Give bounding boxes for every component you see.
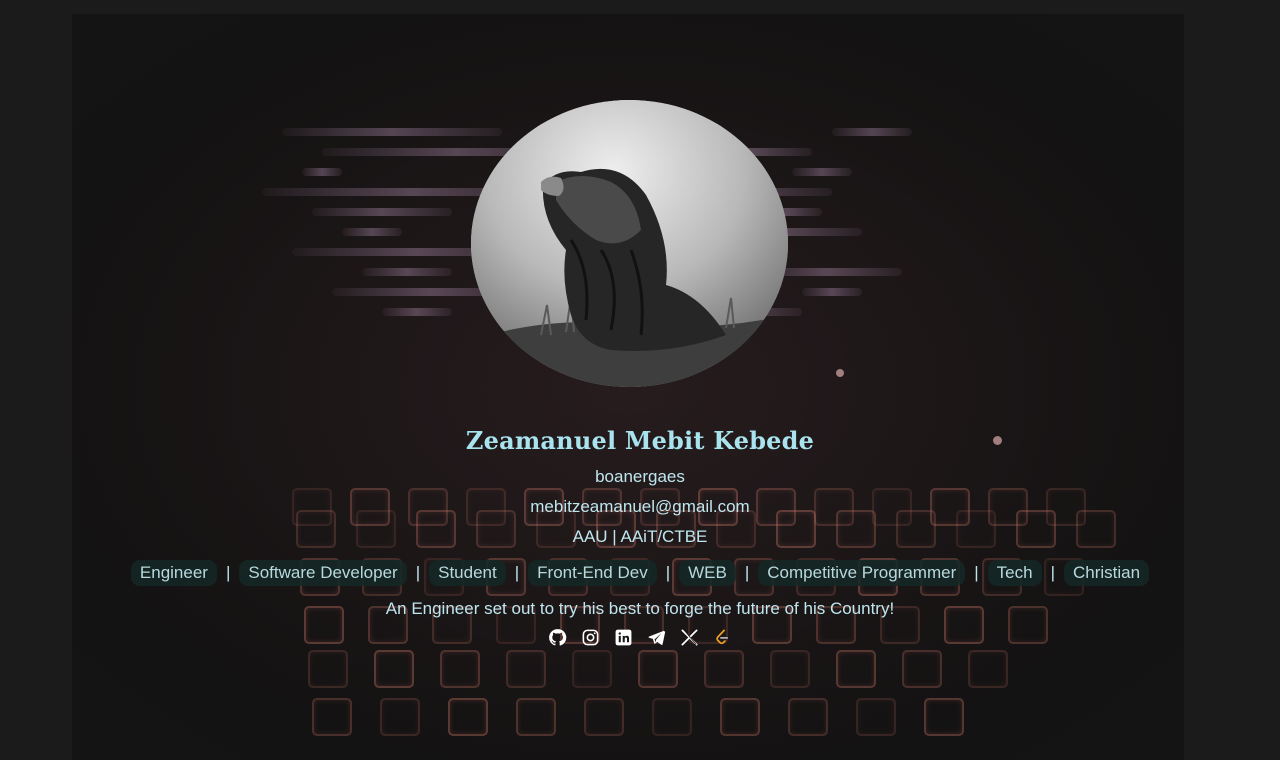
profile-tagline: An Engineer set out to try his best to f…: [385, 599, 895, 618]
keyboard-key: [652, 698, 692, 736]
keyboard-key: [572, 650, 612, 688]
code-line: [832, 128, 912, 136]
keyboard-key: [836, 650, 876, 688]
code-line: [362, 268, 452, 276]
tag-front-end-dev: Front-End Dev: [528, 560, 657, 586]
tag-list: Engineer | Software Developer | Student …: [0, 560, 1280, 586]
instagram-link[interactable]: [581, 627, 601, 647]
keyboard-key: [312, 698, 352, 736]
leetcode-link[interactable]: [713, 627, 733, 647]
tag-separator: |: [415, 563, 421, 582]
linkedin-icon: [615, 629, 632, 645]
code-line: [342, 228, 402, 236]
telegram-link[interactable]: [647, 627, 667, 647]
code-line: [802, 288, 862, 296]
code-line: [792, 168, 852, 176]
code-line: [282, 128, 502, 136]
keyboard-key: [968, 650, 1008, 688]
keyboard-key: [788, 698, 828, 736]
tag-web: WEB: [679, 560, 736, 586]
code-line: [312, 208, 452, 216]
tag-separator: |: [514, 563, 520, 582]
keyboard-key: [856, 698, 896, 736]
profile-handle: boanergaes: [595, 467, 685, 486]
keyboard-key: [924, 698, 964, 736]
tag-student: Student: [429, 560, 506, 586]
profile-name: Zeamanuel Mebit Kebede: [465, 426, 815, 455]
decorative-dot: [836, 369, 844, 377]
leetcode-icon: [716, 629, 729, 644]
keyboard-key: [506, 650, 546, 688]
tag-separator: |: [665, 563, 671, 582]
keyboard-key: [704, 650, 744, 688]
tag-competitive-programmer: Competitive Programmer: [758, 560, 966, 586]
code-line: [302, 168, 342, 176]
keyboard-key: [638, 650, 678, 688]
lion-image: [471, 100, 788, 387]
profile-email: mebitzeamanuel@gmail.com: [530, 497, 750, 516]
code-line: [382, 308, 452, 316]
github-icon: [549, 628, 567, 646]
x-icon: [681, 629, 698, 645]
tag-separator: |: [225, 563, 231, 582]
tag-separator: |: [744, 563, 750, 582]
keyboard-key: [374, 650, 414, 688]
keyboard-key: [720, 698, 760, 736]
profile-affiliation: AAU | AAiT/CTBE: [572, 527, 708, 546]
tag-tech: Tech: [987, 560, 1042, 586]
tag-christian: Christian: [1064, 560, 1150, 586]
keyboard-key: [380, 698, 420, 736]
keyboard-key: [448, 698, 488, 736]
x-link[interactable]: [680, 627, 700, 647]
telegram-icon: [648, 630, 666, 645]
tag-separator: |: [974, 563, 979, 582]
keyboard-key: [902, 650, 942, 688]
keyboard-key: [770, 650, 810, 688]
linkedin-link[interactable]: [614, 627, 634, 647]
tag-software-developer: Software Developer: [239, 560, 407, 586]
keyboard-key: [308, 650, 348, 688]
tag-separator: |: [1050, 563, 1055, 582]
keyboard-key: [584, 698, 624, 736]
social-links: [0, 627, 1280, 647]
profile-avatar: [471, 100, 788, 387]
tag-engineer: Engineer: [130, 560, 217, 586]
instagram-icon: [582, 629, 599, 645]
github-link[interactable]: [548, 627, 568, 647]
keyboard-key: [440, 650, 480, 688]
keyboard-key: [516, 698, 556, 736]
